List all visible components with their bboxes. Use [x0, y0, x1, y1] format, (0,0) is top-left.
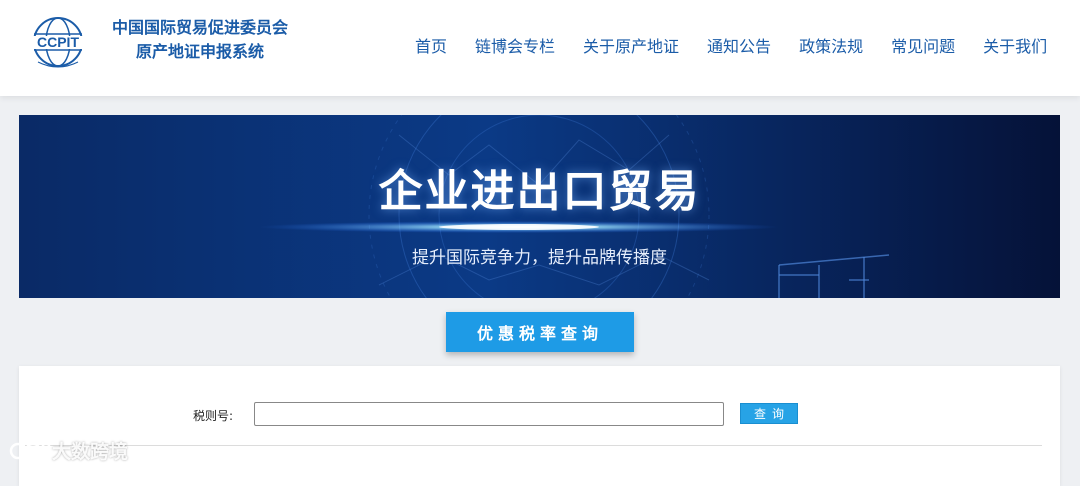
- watermark-logo-icon: [9, 442, 51, 459]
- site-header: CCPIT 中国国际贸易促进委员会 原产地证申报系统 首页 链博会专栏 关于原产…: [0, 0, 1080, 96]
- banner-subtitle: 提升国际竞争力，提升品牌传播度: [412, 248, 667, 268]
- nav-home[interactable]: 首页: [415, 33, 447, 57]
- org-title-line2: 原产地证申报系统: [135, 42, 264, 61]
- preferential-tariff-query-button[interactable]: 优惠税率查询: [446, 312, 634, 352]
- nav-faq[interactable]: 常见问题: [891, 33, 955, 57]
- tariff-number-input[interactable]: [254, 402, 724, 426]
- nav-expo-column[interactable]: 链博会专栏: [475, 33, 555, 57]
- logo-text: CCPIT: [37, 34, 79, 50]
- nav-about-us[interactable]: 关于我们: [983, 33, 1047, 57]
- org-title: 中国国际贸易促进委员会 原产地证申报系统: [100, 16, 300, 64]
- org-title-line1: 中国国际贸易促进委员会: [111, 18, 288, 37]
- ccpit-logo[interactable]: CCPIT: [26, 12, 90, 76]
- nav-notices[interactable]: 通知公告: [707, 33, 771, 57]
- query-panel: 税则号: 查询: [19, 366, 1060, 486]
- main-nav: 首页 链博会专栏 关于原产地证 通知公告 政策法规 常见问题 关于我们: [400, 30, 1060, 60]
- watermark-text: 大数跨境: [52, 441, 129, 463]
- tariff-number-label: 税则号:: [193, 409, 234, 423]
- nav-about-origin[interactable]: 关于原产地证: [583, 33, 679, 57]
- hero-banner: 企业进出口贸易 提升国际竞争力，提升品牌传播度: [19, 115, 1060, 298]
- banner-title: 企业进出口贸易: [378, 166, 701, 217]
- divider: [25, 445, 1042, 446]
- watermark: 大数跨境: [8, 437, 128, 464]
- nav-policies[interactable]: 政策法规: [799, 33, 863, 57]
- search-button[interactable]: 查询: [740, 403, 798, 424]
